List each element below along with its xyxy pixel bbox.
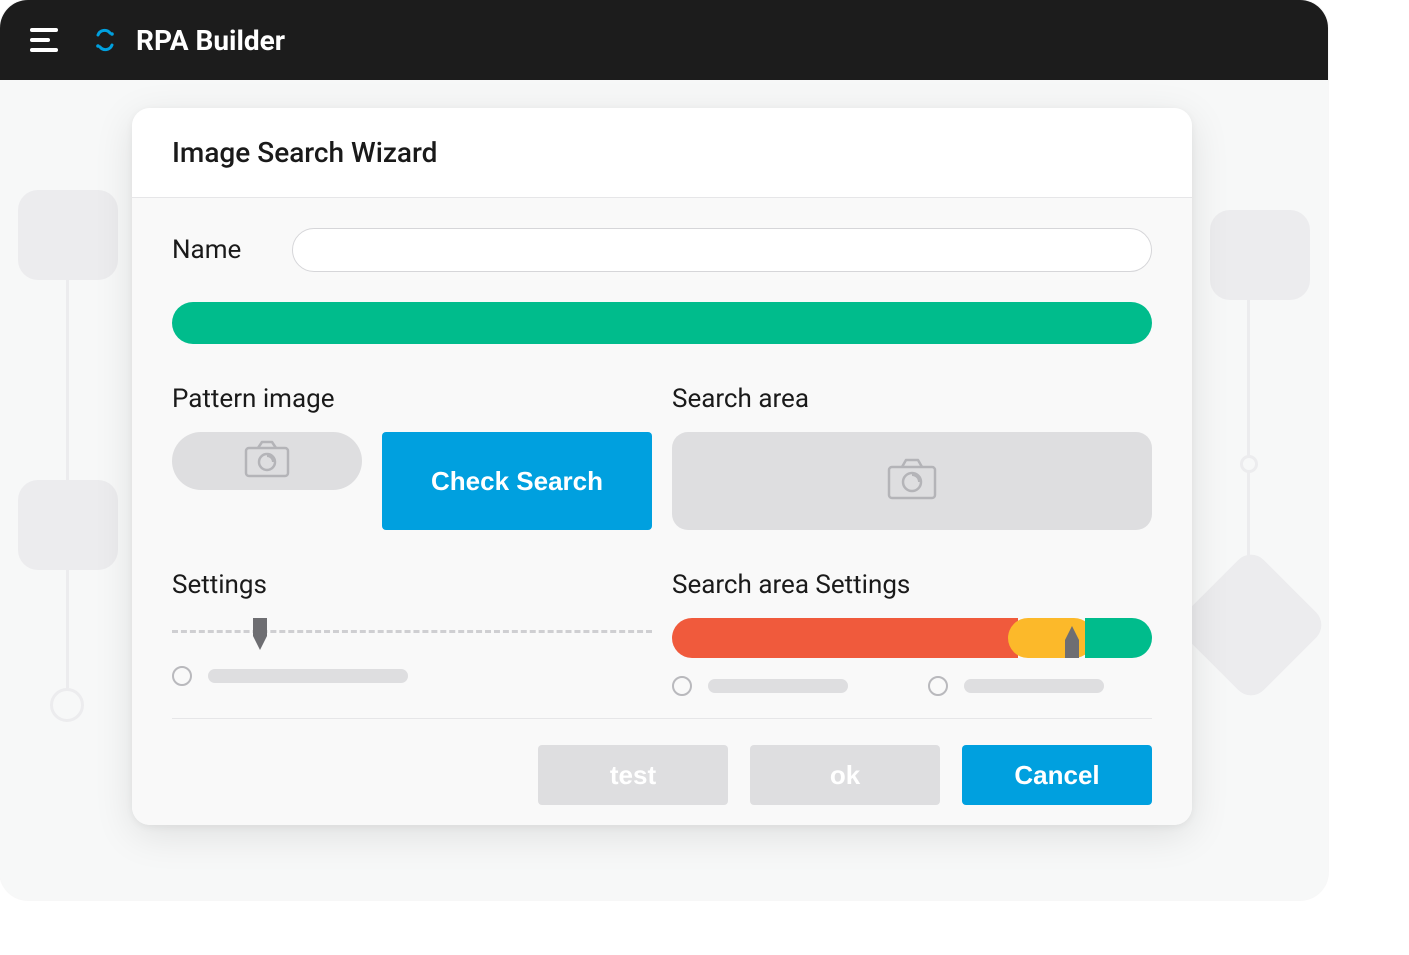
pattern-image-label: Pattern image xyxy=(172,384,652,414)
topbar: RPA Builder xyxy=(0,0,1328,80)
settings-slider[interactable] xyxy=(172,618,652,648)
radio-icon xyxy=(672,676,692,696)
ok-button[interactable]: ok xyxy=(750,745,940,805)
search-area-option-2[interactable] xyxy=(928,676,1104,696)
search-area-settings-label: Search area Settings xyxy=(672,570,1152,600)
dialog-title: Image Search Wizard xyxy=(172,136,1152,169)
search-area-label: Search area xyxy=(672,384,1152,414)
settings-option-1[interactable] xyxy=(172,666,652,686)
pattern-image-col: Pattern image xyxy=(172,384,652,530)
logo-icon xyxy=(92,27,118,53)
app-title: RPA Builder xyxy=(136,24,285,57)
option-label-placeholder xyxy=(708,679,848,693)
settings-label: Settings xyxy=(172,570,652,600)
slider-thumb-icon[interactable] xyxy=(1061,624,1083,658)
option-label-placeholder xyxy=(208,669,408,683)
brand: RPA Builder xyxy=(92,24,285,57)
progress-bar xyxy=(172,302,1152,344)
search-area-settings-col: Search area Settings xyxy=(672,570,1152,696)
radio-icon xyxy=(928,676,948,696)
divider xyxy=(172,718,1152,719)
dialog-header: Image Search Wizard xyxy=(132,108,1192,198)
search-area-settings-slider[interactable] xyxy=(672,618,1152,658)
app-window: RPA Builder Image Search Wizard Name xyxy=(0,0,1328,900)
check-search-button[interactable]: Check Search xyxy=(382,432,652,530)
image-section: Pattern image xyxy=(172,384,1152,530)
dialog-body: Name Pattern image xyxy=(132,198,1192,825)
option-label-placeholder xyxy=(964,679,1104,693)
search-area-col: Search area xyxy=(672,384,1152,530)
slider-thumb-icon[interactable] xyxy=(249,618,271,652)
menu-icon[interactable] xyxy=(30,28,62,52)
pattern-image-capture-button[interactable] xyxy=(172,432,362,490)
dialog-button-row: test ok Cancel xyxy=(172,745,1152,805)
settings-col: Settings xyxy=(172,570,652,696)
name-label: Name xyxy=(172,235,262,265)
name-row: Name xyxy=(172,228,1152,272)
settings-section: Settings Search xyxy=(172,570,1152,696)
image-search-wizard-dialog: Image Search Wizard Name Pattern image xyxy=(132,108,1192,825)
radio-icon xyxy=(172,666,192,686)
camera-icon xyxy=(244,440,290,482)
search-area-option-1[interactable] xyxy=(672,676,848,696)
search-area-capture-button[interactable] xyxy=(672,432,1152,530)
test-button[interactable]: test xyxy=(538,745,728,805)
camera-icon xyxy=(887,458,937,504)
name-input[interactable] xyxy=(292,228,1152,272)
cancel-button[interactable]: Cancel xyxy=(962,745,1152,805)
